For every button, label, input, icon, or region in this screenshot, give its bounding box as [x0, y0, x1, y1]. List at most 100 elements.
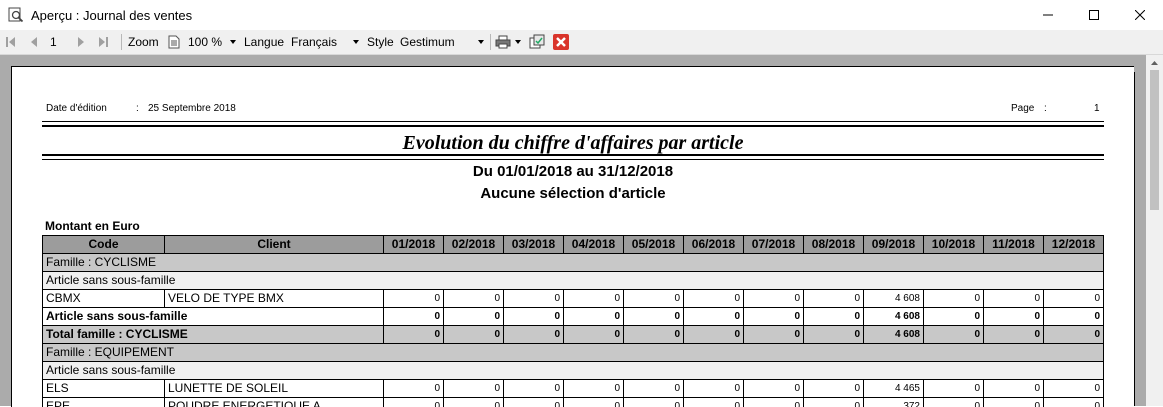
last-page-button[interactable] — [98, 30, 108, 54]
month-value-cell: 0 — [564, 290, 624, 308]
window-title: Aperçu : Journal des ventes — [31, 8, 192, 23]
month-value-cell: 0 — [384, 380, 444, 398]
rule-line — [42, 159, 1104, 160]
zoom-select[interactable]: 100 % — [186, 33, 238, 51]
group-label: Article sans sous-famille — [43, 362, 1104, 380]
period-heading: Du 01/01/2018 au 31/12/2018 — [42, 163, 1104, 180]
previous-page-button[interactable] — [30, 30, 38, 54]
month-value-cell: 0 — [384, 290, 444, 308]
client-cell: LUNETTE DE SOLEIL — [165, 380, 384, 398]
scroll-up-icon[interactable] — [1146, 57, 1163, 69]
close-window-button[interactable] — [1117, 0, 1163, 30]
preview-magnifier-icon — [8, 7, 24, 23]
month-value-cell: 0 — [504, 380, 564, 398]
table-row: ELSLUNETTE DE SOLEIL000000004 465000 — [43, 380, 1104, 398]
zoom-value: 100 % — [188, 35, 222, 49]
langue-label: Langue — [244, 30, 284, 54]
currency-note: Montant en Euro — [45, 219, 140, 233]
title-bar: Aperçu : Journal des ventes — [0, 0, 1163, 30]
month-value-cell: 0 — [624, 290, 684, 308]
month-value-cell: 0 — [1044, 308, 1104, 326]
maximize-icon — [1089, 10, 1099, 20]
rule-line — [42, 121, 1104, 122]
langue-select[interactable]: Français — [289, 33, 361, 51]
month-value-cell: 0 — [564, 308, 624, 326]
export-button[interactable] — [529, 30, 545, 54]
report-page: Date d'édition : 25 Septembre 2018 Page … — [11, 66, 1134, 407]
month-value-cell: 0 — [444, 308, 504, 326]
month-value-cell: 0 — [984, 326, 1044, 344]
column-header: 07/2018 — [744, 236, 804, 254]
subfamily-row: Article sans sous-famille — [43, 362, 1104, 380]
column-header: 03/2018 — [504, 236, 564, 254]
table-header-row: Code Client 01/2018 02/2018 03/2018 04/2… — [43, 236, 1104, 254]
month-value-cell: 0 — [984, 308, 1044, 326]
next-page-button[interactable] — [77, 30, 85, 54]
month-value-cell: 0 — [1044, 326, 1104, 344]
scrollbar-thumb[interactable] — [1150, 70, 1159, 210]
minimize-button[interactable] — [1025, 0, 1071, 30]
vertical-scrollbar[interactable] — [1146, 55, 1163, 406]
month-value-cell: 0 — [504, 326, 564, 344]
preview-toolbar: 1 Zoom 100 % Langue Français Style Gesti… — [0, 30, 1163, 55]
subfamily-row: Article sans sous-famille — [43, 272, 1104, 290]
page-number-value: 1 — [50, 35, 57, 49]
page-icon — [168, 35, 180, 49]
close-red-icon — [553, 34, 569, 50]
column-header: 04/2018 — [564, 236, 624, 254]
zoom-label: Zoom — [128, 30, 159, 54]
month-value-cell: 0 — [804, 326, 864, 344]
page-label: Page — [1011, 103, 1034, 114]
sales-table: Code Client 01/2018 02/2018 03/2018 04/2… — [42, 235, 1104, 407]
chevron-down-icon — [230, 40, 236, 44]
total-label-cell: Article sans sous-famille — [43, 308, 384, 326]
style-value: Gestimum — [400, 35, 455, 49]
first-page-button[interactable] — [6, 30, 16, 54]
date-separator: : — [136, 103, 139, 114]
column-header: 10/2018 — [924, 236, 984, 254]
column-header: 02/2018 — [444, 236, 504, 254]
report-title: Evolution du chiffre d'affaires par arti… — [42, 132, 1104, 155]
print-button[interactable] — [495, 30, 522, 54]
column-header: Client — [165, 236, 384, 254]
total-label-cell: Total famille : CYCLISME — [43, 326, 384, 344]
month-value-cell: 0 — [684, 326, 744, 344]
last-page-icon — [98, 36, 108, 48]
month-value-cell: 0 — [684, 290, 744, 308]
chevron-down-icon — [353, 40, 359, 44]
previous-page-icon — [30, 36, 38, 48]
group-label: Article sans sous-famille — [43, 272, 1104, 290]
group-label: Famille : CYCLISME — [43, 254, 1104, 272]
page-number: 1 — [1094, 103, 1100, 114]
toolbar-separator — [121, 34, 122, 50]
langue-value: Français — [291, 35, 337, 49]
month-value-cell: 0 — [744, 308, 804, 326]
chevron-down-icon — [514, 39, 522, 45]
maximize-button[interactable] — [1071, 0, 1117, 30]
month-value-cell: 0 — [924, 308, 984, 326]
column-header: 05/2018 — [624, 236, 684, 254]
month-value-cell: 0 — [504, 290, 564, 308]
family-total-row: Total famille : CYCLISME000000004 608000 — [43, 326, 1104, 344]
style-label: Style — [367, 30, 394, 54]
month-value-cell: 0 — [564, 380, 624, 398]
month-value-cell: 0 — [624, 308, 684, 326]
column-header: 12/2018 — [1044, 236, 1104, 254]
close-preview-button[interactable] — [553, 30, 569, 54]
column-header: 06/2018 — [684, 236, 744, 254]
chevron-down-icon — [478, 40, 484, 44]
subfamily-total-row: Article sans sous-famille000000004 60800… — [43, 308, 1104, 326]
family-row: Famille : CYCLISME — [43, 254, 1104, 272]
month-value-cell: 4 608 — [864, 326, 924, 344]
next-page-icon — [77, 36, 85, 48]
style-select[interactable]: Gestimum — [398, 33, 486, 51]
code-cell: CBMX — [43, 290, 165, 308]
month-value-cell: 0 — [564, 326, 624, 344]
table-row: CBMXVELO DE TYPE BMX000000004 608000 — [43, 290, 1104, 308]
preview-viewport: Date d'édition : 25 Septembre 2018 Page … — [0, 55, 1163, 406]
month-value-cell: 0 — [744, 290, 804, 308]
page-icon-button[interactable] — [168, 30, 180, 54]
group-label: Famille : EQUIPEMENT — [43, 344, 1104, 362]
month-value-cell: 0 — [444, 326, 504, 344]
page-number-field[interactable]: 1 — [44, 30, 74, 54]
